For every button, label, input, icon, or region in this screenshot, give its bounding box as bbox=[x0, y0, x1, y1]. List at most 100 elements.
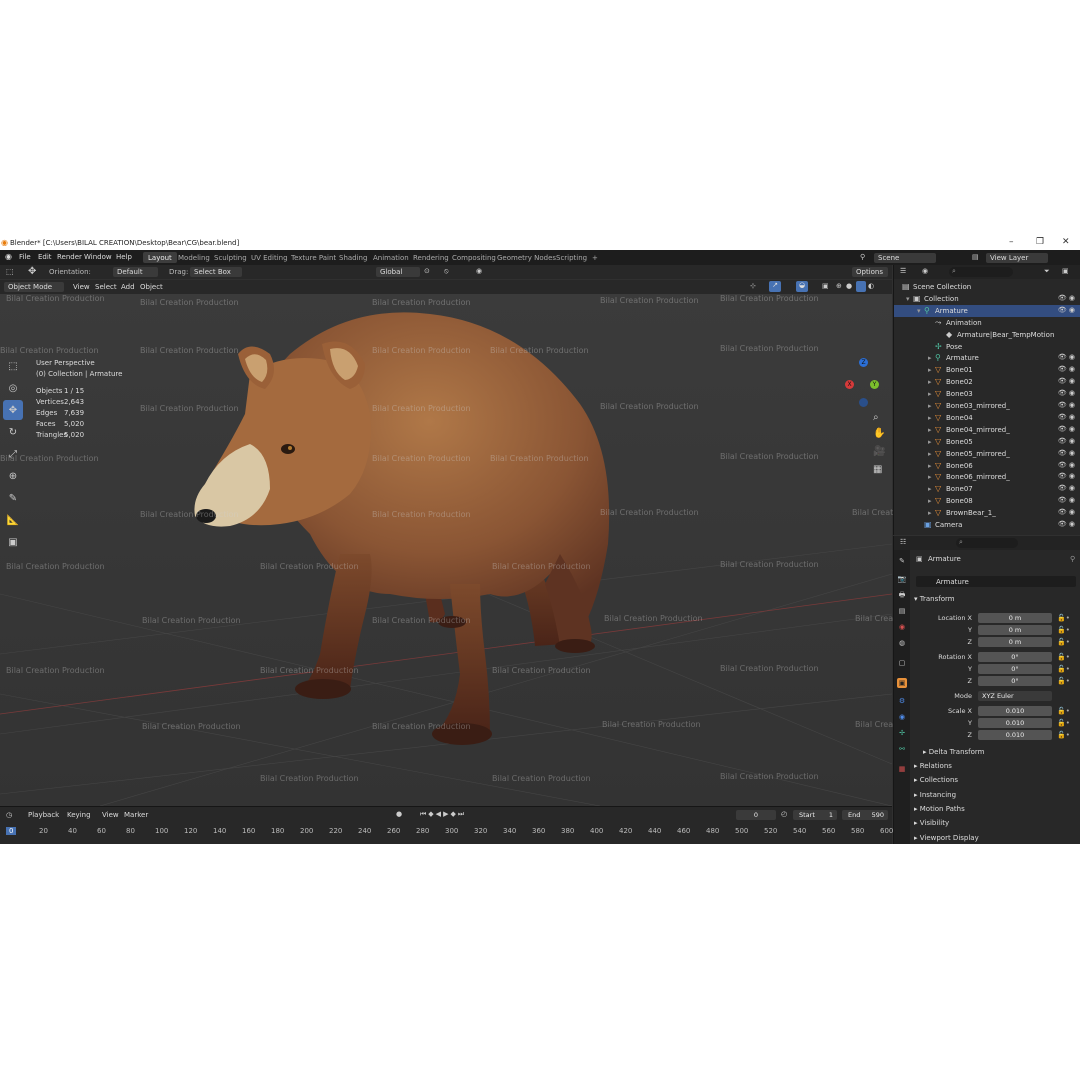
current-frame-field[interactable]: 0 bbox=[736, 810, 776, 820]
rotation-mode-dropdown[interactable]: XYZ Euler bbox=[978, 691, 1052, 701]
outliner-search-input[interactable]: ⌕ bbox=[949, 267, 1013, 277]
visibility-eye-icon[interactable]: 👁 ◉ bbox=[1058, 449, 1075, 457]
outliner-item[interactable]: ▸ ▽ Bone06_mirrored_ 👁 ◉ bbox=[894, 471, 1080, 483]
gizmo-y-axis[interactable]: Y bbox=[870, 380, 879, 389]
snap-icon[interactable]: ⦸ bbox=[444, 267, 449, 276]
gizmo-neg-z[interactable] bbox=[859, 398, 868, 407]
scale-z-field[interactable]: 0.010 bbox=[978, 730, 1052, 740]
expand-icon[interactable]: ▸ bbox=[928, 497, 932, 505]
section-header[interactable]: ▸ Instancing bbox=[914, 791, 956, 799]
expand-icon[interactable]: ▾ bbox=[917, 307, 921, 315]
move-tool-button-icon[interactable]: ✥ bbox=[3, 400, 23, 420]
gizmo-toggle-icon[interactable]: ↗ bbox=[769, 281, 781, 292]
expand-icon[interactable]: ▸ bbox=[928, 462, 932, 470]
visibility-eye-icon[interactable]: 👁 ◉ bbox=[1058, 377, 1075, 385]
tab-shading[interactable]: Shading bbox=[334, 252, 372, 263]
location-z-field[interactable]: 0 m bbox=[978, 637, 1052, 647]
timeline-view-menu[interactable]: View bbox=[102, 811, 119, 819]
keying-menu[interactable]: Keying bbox=[67, 811, 91, 819]
record-icon[interactable]: ● bbox=[396, 810, 402, 818]
rotation-z-field[interactable]: 0° bbox=[978, 676, 1052, 686]
outliner-item[interactable]: ▸ ▽ Bone08 👁 ◉ bbox=[894, 495, 1080, 507]
outliner-item[interactable]: ⤳ Animation bbox=[894, 317, 1080, 329]
xray-icon[interactable]: ▣ bbox=[822, 282, 829, 290]
mode-dropdown[interactable]: Object Mode bbox=[4, 282, 64, 292]
expand-icon[interactable]: ▸ bbox=[928, 438, 932, 446]
add-workspace-button[interactable]: + bbox=[587, 252, 603, 263]
transform-tool-icon[interactable]: ⊕ bbox=[3, 466, 23, 486]
outliner-item[interactable]: ▸ ▽ Bone03_mirrored_ 👁 ◉ bbox=[894, 400, 1080, 412]
outliner-item[interactable]: ▸ ▽ Bone04 👁 ◉ bbox=[894, 412, 1080, 424]
select-box-tool-icon[interactable]: ⬚ bbox=[3, 356, 23, 376]
maximize-button[interactable]: ❐ bbox=[1036, 237, 1044, 247]
outliner-item[interactable]: ▸ ▽ Bone07 👁 ◉ bbox=[894, 483, 1080, 495]
menu-view[interactable]: View bbox=[73, 283, 90, 291]
outliner-item[interactable]: ▸ ▽ Bone02 👁 ◉ bbox=[894, 376, 1080, 388]
section-header[interactable]: ▸ Visibility bbox=[914, 819, 949, 827]
visibility-eye-icon[interactable]: 👁 ◉ bbox=[1058, 508, 1075, 516]
outliner-item[interactable]: ▸ ▽ BrownBear_1_ 👁 ◉ bbox=[894, 507, 1080, 519]
proportional-edit-icon[interactable]: ◉ bbox=[476, 267, 482, 275]
rotate-tool-icon[interactable]: ↻ bbox=[3, 422, 23, 442]
3d-viewport[interactable]: ⬚ ◎ ✥ ↻ ⤢ ⊕ ✎ 📐 ▣ User Perspective (0) C… bbox=[0, 294, 954, 806]
expand-icon[interactable]: ▸ bbox=[928, 378, 932, 386]
expand-icon[interactable]: ▸ bbox=[928, 485, 932, 493]
pan-hand-icon[interactable]: ✋ bbox=[873, 428, 885, 439]
properties-editor-icon[interactable]: ☷ bbox=[900, 538, 906, 546]
transform-panel-header[interactable]: ▾ Transform bbox=[914, 595, 955, 603]
outliner-item[interactable]: ▸ ▽ Bone04_mirrored_ 👁 ◉ bbox=[894, 424, 1080, 436]
expand-icon[interactable]: ▸ bbox=[928, 390, 932, 398]
constraints-tab-icon[interactable]: ✢ bbox=[897, 728, 907, 738]
gizmo-x-axis[interactable]: X bbox=[845, 380, 854, 389]
visibility-icon[interactable]: ⊹ bbox=[750, 282, 756, 290]
outliner-item[interactable]: ▣ Camera 👁 ◉ bbox=[894, 519, 1080, 531]
scale-y-field[interactable]: 0.010 bbox=[978, 718, 1052, 728]
expand-icon[interactable]: ▸ bbox=[928, 426, 932, 434]
outliner-item[interactable]: ▾ ▣ Collection 👁 ◉ bbox=[894, 293, 1080, 305]
visibility-eye-icon[interactable]: 👁 ◉ bbox=[1058, 484, 1075, 492]
world-tab-icon[interactable]: ◍ bbox=[897, 638, 907, 648]
blender-menu-icon[interactable]: ◉ bbox=[5, 252, 12, 261]
lock-icon[interactable]: 🔓• bbox=[1057, 731, 1070, 739]
collection-tab-icon[interactable]: ▢ bbox=[897, 658, 907, 668]
lock-icon[interactable]: 🔓• bbox=[1057, 626, 1070, 634]
marker-menu[interactable]: Marker bbox=[124, 811, 148, 819]
rendered-shading-icon[interactable]: ◐ bbox=[868, 282, 874, 290]
menu-help[interactable]: Help bbox=[116, 253, 132, 261]
drag-dropdown[interactable]: Select Box bbox=[190, 267, 242, 277]
tab-layout[interactable]: Layout bbox=[143, 252, 177, 263]
playback-menu[interactable]: Playback bbox=[28, 811, 59, 819]
transform-orientation-dropdown[interactable]: Global bbox=[376, 267, 420, 277]
rotation-x-field[interactable]: 0° bbox=[978, 652, 1052, 662]
measure-tool-icon[interactable]: 📐 bbox=[3, 510, 23, 530]
scene-tab-icon[interactable]: ◉ bbox=[897, 622, 907, 632]
visibility-eye-icon[interactable]: 👁 ◉ bbox=[1058, 413, 1075, 421]
expand-icon[interactable]: ▸ bbox=[928, 366, 932, 374]
rotation-y-field[interactable]: 0° bbox=[978, 664, 1052, 674]
lock-icon[interactable]: 🔓• bbox=[1057, 719, 1070, 727]
outliner-item[interactable]: ▸ ▽ Bone05 👁 ◉ bbox=[894, 436, 1080, 448]
menu-window[interactable]: Window bbox=[84, 253, 112, 261]
lock-icon[interactable]: 🔓• bbox=[1057, 614, 1070, 622]
section-header[interactable]: ▸ Motion Paths bbox=[914, 805, 965, 813]
visibility-eye-icon[interactable]: 👁 ◉ bbox=[1058, 365, 1075, 373]
filter-icon[interactable]: ⏷ bbox=[1044, 267, 1050, 276]
solid-shading-icon[interactable]: ● bbox=[846, 282, 852, 290]
section-header[interactable]: ▸ Delta Transform bbox=[923, 748, 984, 756]
menu-file[interactable]: File bbox=[19, 253, 31, 261]
visibility-eye-icon[interactable]: 👁 ◉ bbox=[1058, 461, 1075, 469]
tab-animation[interactable]: Animation bbox=[368, 252, 414, 263]
modifiers-tab-icon[interactable]: ⚙ bbox=[897, 696, 907, 706]
scene-selector[interactable]: Scene bbox=[874, 253, 936, 263]
playback-controls-icon[interactable]: ⏮◆◀▶◆⏭ bbox=[420, 810, 466, 819]
overlay-toggle-icon[interactable]: ◒ bbox=[796, 281, 808, 292]
menu-select[interactable]: Select bbox=[95, 283, 117, 291]
outliner-item[interactable]: ◆ Armature|Bear_TempMotion bbox=[894, 329, 1080, 341]
expand-icon[interactable]: ▸ bbox=[928, 414, 932, 422]
camera-view-icon[interactable]: 🎥 bbox=[873, 446, 885, 457]
visibility-eye-icon[interactable]: 👁 ◉ bbox=[1058, 389, 1075, 397]
view-layer-tab-icon[interactable]: ▤ bbox=[897, 606, 907, 616]
add-cube-tool-icon[interactable]: ▣ bbox=[3, 532, 23, 552]
output-tab-icon[interactable]: 🖶 bbox=[897, 590, 907, 600]
section-header[interactable]: ▸ Collections bbox=[914, 776, 958, 784]
